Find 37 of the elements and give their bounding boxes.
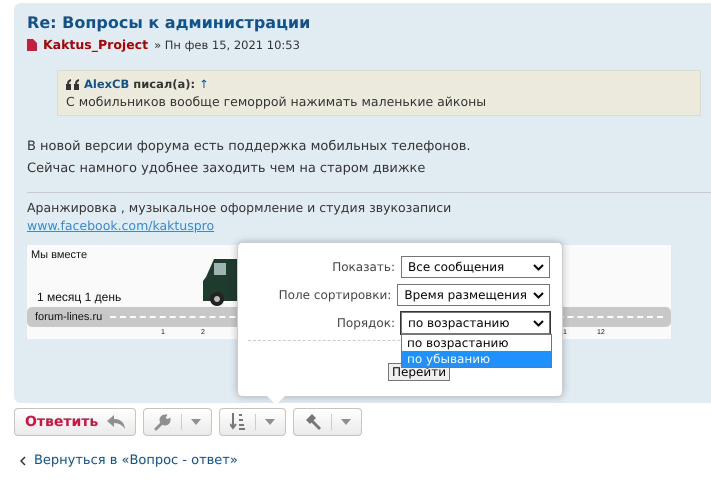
moderation-button[interactable]	[293, 408, 362, 436]
caret-icon	[341, 419, 352, 425]
banner-title: Мы вместе	[31, 249, 88, 261]
caret-icon	[265, 419, 276, 425]
post-title: Re: Вопросы к администрации	[27, 13, 312, 32]
sort-icon	[230, 413, 246, 431]
field-label: Показать:	[332, 260, 395, 274]
chevron-left-icon	[20, 456, 26, 466]
tools-button[interactable]	[143, 408, 212, 436]
signature-text: Аранжировка , музыкальное оформление и студия звукозаписи	[27, 199, 452, 217]
chevron-down-icon	[533, 292, 544, 298]
reply-arrow-icon	[107, 415, 126, 429]
dropdown-select[interactable]: Все сообщения	[401, 256, 550, 278]
post-text: В новой версии форума есть поддержка мобильных телефонов.	[27, 138, 472, 156]
dropdown-option[interactable]: по возрастанию	[402, 335, 551, 351]
wrench-icon	[154, 413, 172, 431]
field-label: Порядок:	[336, 316, 395, 330]
post-text: Сейчас намного удобнее заходить чем на старом движке	[27, 160, 426, 178]
sort-button[interactable]	[219, 408, 286, 436]
back-link[interactable]: Вернуться в «Вопрос - ответ»	[34, 453, 238, 468]
quote-cite: писал(а):	[133, 77, 196, 91]
hammer-icon	[304, 413, 322, 431]
post-date: » Пн фев 15, 2021 10:53	[154, 38, 300, 52]
caret-icon	[191, 419, 202, 425]
field-label: Поле сортировки:	[278, 288, 392, 302]
author-link[interactable]: Kaktus_Project	[43, 37, 148, 52]
chevron-down-icon	[533, 320, 544, 326]
quote-author[interactable]: AlexCB	[84, 77, 130, 91]
banner-site: forum-lines.ru	[35, 311, 102, 323]
document-icon	[27, 38, 37, 50]
jump-link[interactable]: ↑	[199, 77, 209, 91]
quote-icon	[66, 78, 80, 90]
chevron-down-icon	[533, 264, 544, 270]
dropdown-select[interactable]: Время размещения	[397, 284, 550, 306]
reply-button[interactable]: Ответить	[14, 408, 136, 436]
quote-text: С мобильников вообще геморрой нажимать маленькие айконы	[66, 94, 488, 109]
banner-duration: 1 месяц 1 день	[37, 290, 122, 304]
